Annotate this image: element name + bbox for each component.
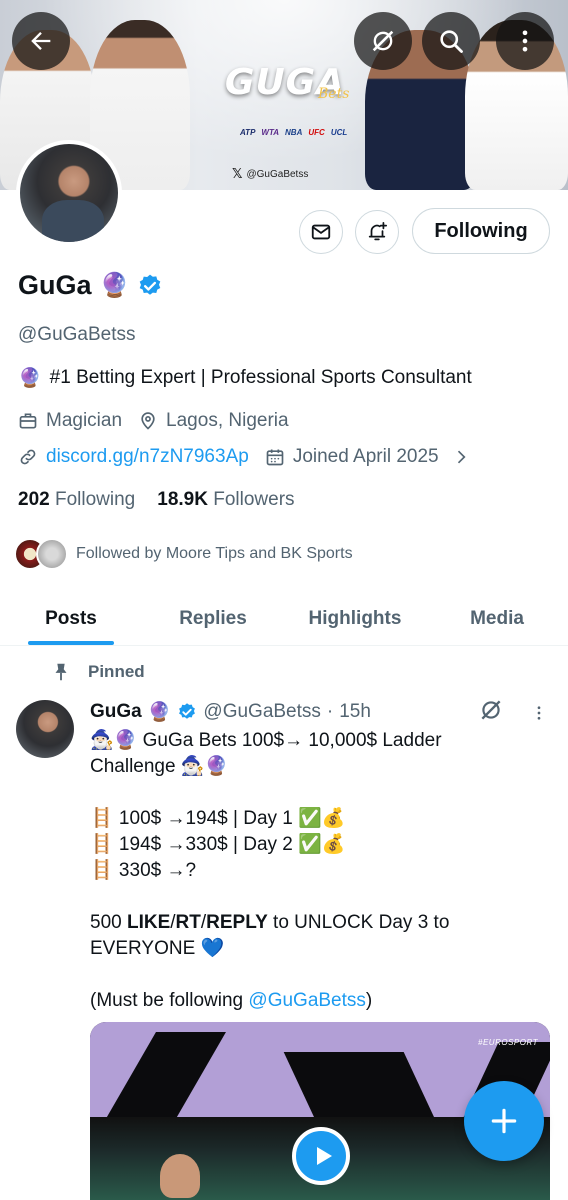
profile-name: GuGa: [18, 270, 92, 300]
avatar: [36, 538, 68, 570]
location-pin-icon: [141, 412, 155, 430]
notifications-button[interactable]: [355, 210, 399, 254]
tab-highlights[interactable]: Highlights: [284, 592, 426, 645]
profile-bio: 🔮 #1 Betting Expert | Professional Sport…: [18, 366, 472, 390]
post-header: GuGa 🔮 @GuGaBetss · 15h: [90, 700, 371, 724]
link-icon: [20, 449, 36, 465]
profile-name-row: GuGa 🔮: [18, 270, 163, 301]
play-icon: [316, 1147, 332, 1165]
play-button[interactable]: [292, 1127, 350, 1185]
profile-website-link[interactable]: discord.gg/n7zN7963Ap: [46, 446, 249, 468]
post-spacer: [90, 962, 530, 988]
search-button[interactable]: [422, 12, 480, 70]
compose-post-button[interactable]: [464, 1081, 544, 1161]
followed-by-row[interactable]: Followed by Moore Tips and BK Sports: [14, 538, 353, 570]
followers-stat[interactable]: 18.9K Followers: [157, 489, 294, 511]
post-line: 🪜 330$ →?: [90, 860, 197, 881]
followers-label: Followers: [213, 489, 295, 510]
tab-media[interactable]: Media: [426, 592, 568, 645]
league-logo: WTA: [261, 128, 280, 137]
x-logo-icon: 𝕏: [232, 166, 243, 181]
post-note-line: (Must be following @GuGaBetss): [90, 988, 530, 1014]
post-line: [90, 884, 530, 910]
following-label: Following: [54, 489, 136, 510]
pin-icon: [55, 663, 67, 681]
arrow-left-icon: [31, 32, 51, 50]
verified-badge-icon: [179, 703, 196, 719]
banner-handle: 𝕏 @GuGaBetss: [232, 166, 308, 182]
post-line: 🧙🏻‍♂️🔮 GuGa Bets 100$→ 10,000$ Ladder: [90, 730, 442, 751]
video-watermark: #EUROSPORT: [478, 1038, 538, 1047]
crystal-ball-emoji: 🔮: [99, 272, 130, 299]
post-author-name[interactable]: GuGa: [90, 701, 142, 723]
verified-badge-icon[interactable]: [137, 273, 163, 299]
profile-occupation: Magician: [46, 410, 123, 431]
banner-logo-sub: Bets: [318, 86, 350, 102]
post-line: [90, 780, 530, 806]
post-author-avatar[interactable]: [16, 700, 74, 758]
post-line: 🪜 100$ →194$ | Day 1 ✅💰: [90, 808, 346, 829]
post-line: Challenge 🧙🏻‍♂️🔮: [90, 756, 229, 777]
profile-meta-row-2: discord.gg/n7zN7963Ap Joined April 2025: [18, 446, 471, 468]
post-author-emoji: 🔮: [147, 702, 172, 723]
profile-handle: @GuGaBetss: [18, 324, 136, 345]
profile-meta-row-1: Magician Lagos, Nigeria: [18, 410, 289, 432]
post-cta-line-2: EVERYONE 💙: [90, 938, 225, 959]
grok-button[interactable]: [354, 12, 412, 70]
envelope-icon: [311, 224, 331, 240]
profile-tabs: Posts Replies Highlights Media: [0, 592, 568, 646]
cta-suffix: to UNLOCK Day 3 to: [267, 912, 450, 933]
post-text[interactable]: 🧙🏻‍♂️🔮 GuGa Bets 100$→ 10,000$ Ladder Ch…: [90, 728, 530, 1014]
tab-replies[interactable]: Replies: [142, 592, 284, 645]
league-logo: ATP: [240, 128, 256, 137]
league-logo: NBA: [285, 128, 303, 137]
league-logo: UFC: [308, 128, 325, 137]
chevron-right-icon[interactable]: [451, 447, 471, 467]
bio-text: #1 Betting Expert | Professional Sports …: [49, 367, 472, 388]
back-button[interactable]: [12, 12, 70, 70]
more-button[interactable]: [496, 12, 554, 70]
bio-emoji: 🔮: [18, 368, 42, 389]
message-button[interactable]: [299, 210, 343, 254]
grok-icon[interactable]: [478, 697, 504, 723]
post-cta-line: 500 LIKE/RT/REPLY to UNLOCK Day 3 to: [90, 910, 530, 936]
profile-avatar[interactable]: [16, 140, 122, 246]
banner-league-logos: ATP WTA NBA UFC UCL: [240, 128, 347, 137]
grok-icon: [372, 30, 394, 52]
cta-prefix: 500: [90, 912, 127, 933]
banner-handle-text: @GuGaBetss: [246, 168, 309, 180]
video-frame-hand: [160, 1154, 200, 1198]
note-suffix: ): [365, 990, 373, 1011]
profile-location: Lagos, Nigeria: [166, 410, 289, 431]
more-vertical-icon[interactable]: [530, 700, 548, 726]
cta-rt: RT: [175, 912, 201, 933]
pinned-label: Pinned: [88, 662, 145, 681]
league-logo: UCL: [330, 128, 348, 137]
cta-like: LIKE: [126, 912, 171, 933]
pinned-indicator: Pinned: [50, 661, 145, 683]
briefcase-icon: [19, 413, 37, 429]
following-count: 202: [18, 489, 50, 510]
followed-by-avatars: [14, 538, 68, 570]
followers-count: 18.9K: [157, 489, 208, 510]
note-prefix: (Must be following: [90, 990, 249, 1011]
more-vertical-icon: [522, 30, 528, 52]
search-icon: [440, 30, 463, 53]
post-author-handle: @GuGaBetss: [203, 701, 321, 722]
plus-icon: [491, 1108, 517, 1134]
followed-by-text: Followed by Moore Tips and BK Sports: [76, 545, 353, 562]
post-time: 15h: [339, 701, 371, 722]
post-line: 🪜 194$ →330$ | Day 2 ✅💰: [90, 834, 346, 855]
profile-joined-date: Joined April 2025: [292, 446, 439, 467]
following-button[interactable]: Following: [412, 208, 550, 254]
bell-plus-icon: [368, 221, 388, 241]
post-separator: ·: [326, 701, 334, 722]
post-mention-link[interactable]: @GuGaBetss: [248, 990, 366, 1011]
calendar-icon: [266, 449, 284, 466]
follow-stats: 202 Following 18.9K Followers: [18, 489, 295, 511]
cta-reply: REPLY: [206, 912, 268, 933]
tab-posts[interactable]: Posts: [0, 592, 142, 645]
following-stat[interactable]: 202 Following: [18, 489, 135, 511]
